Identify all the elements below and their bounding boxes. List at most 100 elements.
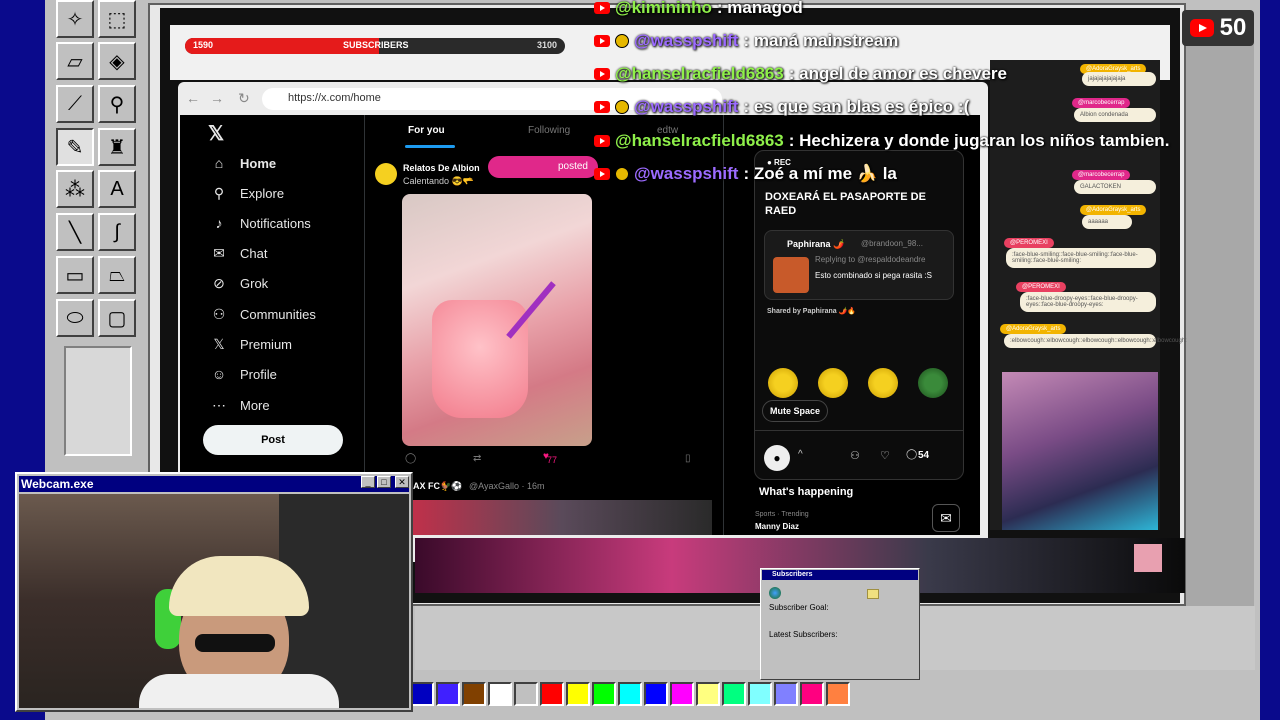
sidebar-label: Communities (240, 307, 316, 322)
mute-space-button[interactable]: Mute Space (762, 400, 828, 422)
card-user: Paphirana 🌶️ (787, 239, 845, 249)
rectangle-icon[interactable]: ▭ (56, 256, 94, 294)
color-swatch[interactable] (696, 682, 720, 706)
chevron-up-icon[interactable]: ^ (798, 449, 803, 460)
avatar[interactable] (375, 163, 397, 185)
speaker-avatar[interactable] (768, 368, 798, 398)
sidebar-item-more[interactable]: ⋯ More (210, 397, 270, 414)
pencil-icon[interactable]: ✎ (56, 128, 94, 166)
fill-icon[interactable]: ◈ (98, 42, 136, 80)
select-star-icon[interactable]: ✧ (56, 0, 94, 38)
sidebar-label: Notifications (240, 215, 311, 231)
trend-name[interactable]: Manny Diaz (755, 522, 799, 531)
youtube-icon (594, 68, 610, 80)
color-swatch[interactable] (644, 682, 668, 706)
message-icon[interactable]: ✉ (932, 504, 960, 532)
sidebar-item-home[interactable]: ⌂ Home (210, 155, 276, 171)
color-swatch[interactable] (774, 682, 798, 706)
x-logo-icon: 𝕏 (213, 336, 225, 352)
posted-label: posted (557, 161, 588, 172)
people-icon: ⚇ (212, 306, 226, 322)
color-swatch[interactable] (514, 682, 538, 706)
color-swatch[interactable] (826, 682, 850, 706)
window-title: Webcam.exe (21, 477, 94, 491)
color-swatch[interactable] (462, 682, 486, 706)
x-logo-icon[interactable]: 𝕏 (208, 121, 224, 146)
forward-icon[interactable]: → (210, 90, 224, 106)
sidebar-label: More (240, 398, 270, 413)
chat-line: @wasspshift: maná mainstream (594, 31, 898, 51)
people-icon[interactable]: ⚇ (850, 449, 860, 462)
line-icon[interactable]: ╲ (56, 213, 94, 251)
chat-message: : es que san blas es épico :( (743, 97, 970, 116)
post-text: Calentando 😎🫳 (403, 176, 474, 186)
thumbnail-image (1134, 544, 1162, 572)
sidebar-item-profile[interactable]: ☺ Profile (210, 366, 277, 382)
more-icon: ⋯ (212, 397, 226, 413)
subscriber-current: 1590 (193, 40, 214, 50)
post-author[interactable]: Relatos De Albion (403, 163, 480, 173)
subscribers-title: Subscribers (762, 570, 918, 580)
airbrush-icon[interactable]: ⁂ (56, 170, 94, 208)
color-swatch[interactable] (488, 682, 512, 706)
text-icon[interactable]: A (98, 170, 136, 208)
rounded-rect-icon[interactable]: ▢ (98, 299, 136, 337)
eraser-icon[interactable]: ▱ (56, 42, 94, 80)
space-shared-post[interactable]: Paphirana 🌶️ @brandoon_98... Replying to… (764, 230, 954, 300)
microphone-icon[interactable]: ● (764, 445, 790, 471)
eyedropper-icon[interactable]: ⟋ (56, 85, 94, 123)
color-swatch[interactable] (722, 682, 746, 706)
brush-icon[interactable]: ♜ (98, 128, 136, 166)
posted-pill[interactable]: posted (488, 156, 598, 178)
sidebar-item-grok[interactable]: ⊘ Grok (210, 275, 268, 292)
sidebar-item-premium[interactable]: 𝕏 Premium (210, 336, 292, 353)
color-swatch[interactable] (540, 682, 564, 706)
color-swatch[interactable] (670, 682, 694, 706)
post-author[interactable]: AX FC🐓⚽ (413, 481, 462, 492)
webcam-titlebar[interactable]: Webcam.exe (19, 476, 409, 492)
close-button[interactable]: ✕ (395, 476, 409, 488)
polygon-icon[interactable]: ⏢ (98, 256, 136, 294)
whats-happening: What's happening (759, 486, 854, 498)
sidebar-item-notifications[interactable]: ♪ Notifications (210, 215, 311, 231)
color-swatch[interactable] (592, 682, 616, 706)
color-swatch[interactable] (618, 682, 642, 706)
tab-following[interactable]: Following (528, 125, 570, 136)
folder-icon[interactable] (867, 589, 879, 599)
speaker-avatar[interactable] (868, 368, 898, 398)
sidebar-item-communities[interactable]: ⚇ Communities (210, 306, 316, 323)
ellipse-icon[interactable]: ⬭ (56, 299, 94, 337)
subscriber-goal-bar: 1590 SUBSCRIBERS 3100 (185, 38, 565, 54)
speaker-avatar[interactable] (918, 368, 948, 398)
heart-icon[interactable]: ♥ (543, 451, 549, 462)
color-swatch[interactable] (410, 682, 434, 706)
sidebar-label: Chat (240, 246, 268, 261)
color-swatch[interactable] (800, 682, 824, 706)
tab-for-you[interactable]: For you (408, 125, 445, 136)
color-swatch[interactable] (748, 682, 772, 706)
retweet-icon[interactable]: ⇄ (473, 453, 481, 464)
chat-message: : Zoé a mí me 🍌 la (743, 164, 897, 183)
reload-icon[interactable]: ↻ (238, 90, 250, 107)
color-swatch[interactable] (566, 682, 590, 706)
minimize-button[interactable]: _ (361, 476, 375, 488)
chat-line: @kimininho: managod (594, 0, 803, 18)
sidebar-item-chat[interactable]: ✉ Chat (210, 245, 267, 262)
comment-count[interactable]: 54 (918, 450, 929, 461)
bookmark-icon[interactable]: ▯ (685, 453, 691, 464)
post-button[interactable]: Post (203, 425, 343, 455)
sidebar-item-explore[interactable]: ⚲ Explore (210, 185, 284, 202)
sunglasses (195, 634, 275, 652)
maximize-button[interactable]: □ (377, 476, 391, 488)
member-badge-icon (615, 34, 629, 48)
reply-icon[interactable]: ◯ (405, 453, 416, 464)
color-swatch[interactable] (436, 682, 460, 706)
magnifier-icon[interactable]: ⚲ (98, 85, 136, 123)
chat-username: @kimininho (615, 0, 712, 17)
speaker-avatar[interactable] (818, 368, 848, 398)
back-icon[interactable]: ← (186, 90, 200, 106)
heart-icon[interactable]: ♡ (880, 449, 890, 462)
post-image[interactable] (412, 500, 712, 535)
curve-icon[interactable]: ∫ (98, 213, 136, 251)
select-rect-icon[interactable]: ⬚ (98, 0, 136, 38)
